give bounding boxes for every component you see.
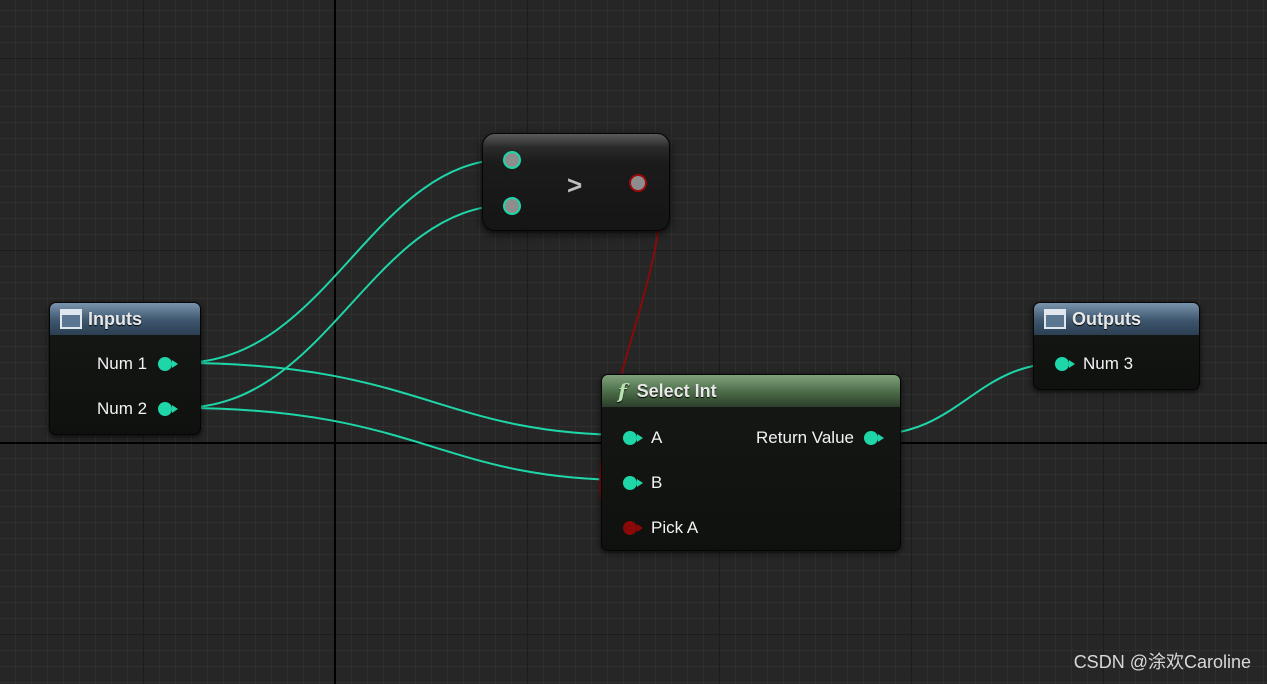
select-pin-a-row: A <box>623 428 662 448</box>
outputs-node[interactable]: Outputs Num 3 <box>1033 302 1200 390</box>
inputs-pin-num1[interactable] <box>158 357 179 371</box>
select-pin-a-label: A <box>651 428 663 447</box>
wire-num2-to-select-b[interactable] <box>179 407 631 481</box>
select-int-node-title: Select Int <box>636 380 717 401</box>
outputs-pin-num3[interactable] <box>1055 357 1075 371</box>
select-pin-pick-a[interactable] <box>623 521 643 535</box>
compare-operator-label: > <box>567 170 583 200</box>
watermark-text: CSDN @涂欢Caroline <box>1073 652 1251 672</box>
inputs-pin-num2-row: Num 2 <box>97 399 179 419</box>
outputs-node-header[interactable]: Outputs <box>1034 303 1199 335</box>
wire-num1-to-compare-a[interactable] <box>179 158 511 364</box>
function-icon: f <box>618 379 627 403</box>
window-icon <box>60 309 82 329</box>
inputs-pin-num2-label: Num 2 <box>97 399 148 418</box>
compare-output-pin[interactable] <box>629 174 647 192</box>
compare-input-b-pin[interactable] <box>503 197 521 215</box>
select-pin-return-label: Return Value <box>756 428 854 447</box>
inputs-pin-num2[interactable] <box>158 402 179 416</box>
outputs-pin-num3-row: Num 3 <box>1055 354 1133 374</box>
select-pin-return-value[interactable] <box>864 431 884 445</box>
outputs-node-title: Outputs <box>1072 308 1141 329</box>
window-icon <box>1044 309 1066 329</box>
select-pin-b[interactable] <box>623 476 643 490</box>
select-int-node-header[interactable]: f Select Int <box>602 375 900 407</box>
select-pin-return-row: Return Value <box>756 428 884 448</box>
outputs-pin-num3-label: Num 3 <box>1083 354 1134 373</box>
inputs-pin-num1-row: Num 1 <box>97 354 179 374</box>
wire-num1-to-select-a[interactable] <box>179 362 631 436</box>
select-pin-a[interactable] <box>623 431 643 445</box>
compare-input-a-pin[interactable] <box>503 151 521 169</box>
select-pin-pick-a-row: Pick A <box>623 518 698 538</box>
compare-greater-node[interactable]: > <box>482 133 670 231</box>
select-int-node[interactable]: f Select Int A B Pick A Return Value <box>601 374 901 551</box>
select-pin-pick-a-label: Pick A <box>651 518 699 537</box>
inputs-node-title: Inputs <box>88 308 142 329</box>
inputs-node[interactable]: Inputs Num 1 Num 2 <box>49 302 201 435</box>
inputs-pin-num1-label: Num 1 <box>97 354 148 373</box>
inputs-node-header[interactable]: Inputs <box>50 303 200 335</box>
select-pin-b-label: B <box>651 473 663 492</box>
select-pin-b-row: B <box>623 473 662 493</box>
